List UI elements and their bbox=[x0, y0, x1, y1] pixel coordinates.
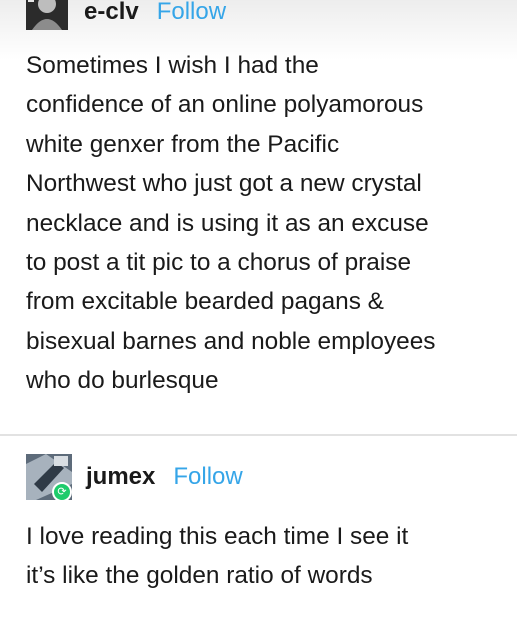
original-post: e-clv Follow Sometimes I wish I had the … bbox=[0, 0, 517, 432]
username[interactable]: jumex bbox=[86, 463, 155, 491]
user-avatar-icon[interactable]: ⟳ bbox=[26, 454, 72, 500]
post-line: it’s like the golden ratio of words bbox=[26, 562, 373, 590]
reblog-comment: ⟳ jumex Follow I love reading this each … bbox=[0, 438, 517, 640]
post-line: confidence of an online polyamorous bbox=[26, 91, 424, 119]
post-line: Sometimes I wish I had the bbox=[26, 52, 319, 79]
post-line: to post a tit pic to a chorus of praise bbox=[26, 249, 412, 277]
post-divider bbox=[0, 434, 517, 436]
post-line: I love reading this each time I see it bbox=[26, 523, 409, 550]
post-line: who do burlesque bbox=[26, 367, 219, 395]
post-body: I love reading this each time I see it i… bbox=[26, 517, 408, 596]
post-line: white genxer from the Pacific bbox=[26, 130, 340, 158]
post-header: e-clv Follow bbox=[26, 0, 226, 30]
post-line: bisexual barnes and noble employees bbox=[26, 327, 436, 355]
user-avatar-icon[interactable] bbox=[26, 0, 68, 30]
follow-button[interactable]: Follow bbox=[157, 0, 226, 26]
tumblr-post-screenshot: e-clv Follow Sometimes I wish I had the … bbox=[0, 0, 517, 640]
post-line: from excitable bearded pagans & bbox=[26, 288, 384, 316]
post-header: ⟳ jumex Follow bbox=[26, 452, 243, 502]
follow-button[interactable]: Follow bbox=[173, 463, 242, 491]
post-body: Sometimes I wish I had the confidence of… bbox=[26, 46, 436, 401]
post-line: necklace and is using it as an excuse bbox=[26, 209, 429, 237]
post-line: Northwest who just got a new crystal bbox=[26, 170, 422, 198]
reblog-icon: ⟳ bbox=[52, 482, 72, 500]
username[interactable]: e-clv bbox=[84, 0, 139, 26]
